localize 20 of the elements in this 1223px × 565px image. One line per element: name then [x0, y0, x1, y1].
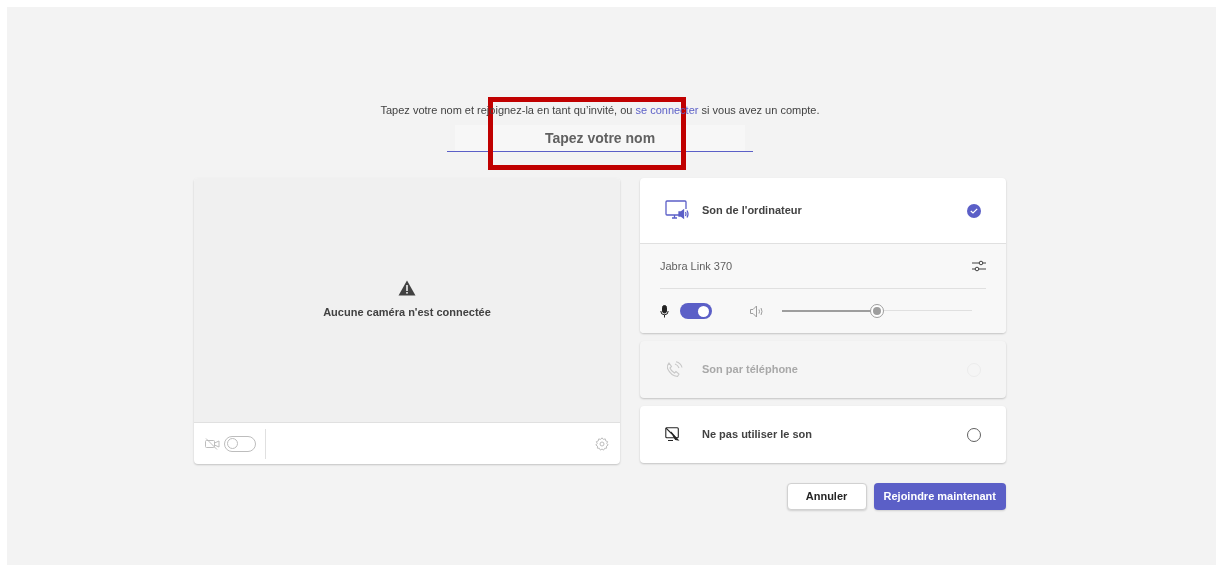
radio-button[interactable]	[967, 203, 981, 218]
monitor-speaker-icon	[665, 199, 689, 222]
speaker-icon	[750, 304, 764, 318]
cancel-button[interactable]: Annuler	[786, 483, 867, 510]
audio-option-label[interactable]: Ne pas utiliser le son	[702, 426, 967, 443]
name-input-field[interactable]: Tapez votre nom	[455, 125, 745, 151]
camera-status-text: Aucune caméra n'est connectée	[323, 304, 491, 320]
microphone-toggle[interactable]	[680, 303, 712, 319]
microphone-icon	[660, 304, 669, 318]
audio-option-label: Son par téléphone	[702, 362, 799, 378]
phone-icon	[665, 360, 683, 379]
volume-slider-thumb[interactable]	[870, 304, 884, 318]
checkmark-icon	[970, 207, 978, 214]
adjust-settings-icon[interactable]	[972, 260, 986, 272]
join-button[interactable]: Rejoindre maintenant	[873, 483, 1006, 510]
audio-option-label[interactable]: Son de l'ordinateur	[702, 202, 967, 219]
warning-icon	[398, 279, 416, 296]
audio-device-name: Jabra Link 370	[660, 258, 734, 274]
monitor-off-icon	[665, 427, 680, 442]
camera-toggle[interactable]	[224, 435, 256, 452]
